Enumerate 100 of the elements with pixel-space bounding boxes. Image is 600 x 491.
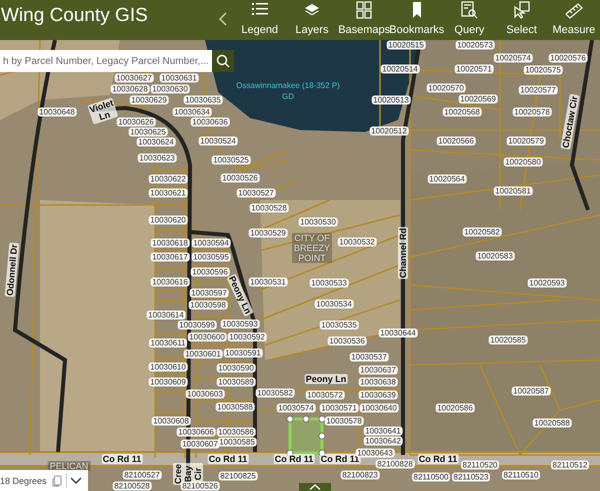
parcel-label: 10030620 bbox=[148, 216, 188, 224]
parcel-label: 10030594 bbox=[192, 238, 230, 248]
parcel-label: 10030640 bbox=[360, 404, 398, 412]
road-label: Co Rd 11 bbox=[274, 454, 314, 464]
parcel-label: 82110520 bbox=[461, 460, 499, 470]
parcel-label: 10020574 bbox=[494, 54, 532, 62]
coordinate-readout: 18 Degrees bbox=[0, 476, 47, 486]
parcel-label: 10030616 bbox=[150, 278, 190, 286]
layers-tool-button[interactable]: Layers bbox=[286, 0, 338, 40]
parcel-label: 10030636 bbox=[190, 118, 230, 126]
parcel-label: 10030574 bbox=[276, 404, 316, 412]
parcel-label: 10020513 bbox=[372, 96, 410, 104]
parcel-label: 10030535 bbox=[320, 320, 358, 330]
parcel-label: 10030525 bbox=[212, 156, 250, 164]
parcel-label: 10030527 bbox=[236, 188, 276, 198]
parcel-label: 10020586 bbox=[436, 404, 474, 412]
road-label: Co Rd 11 bbox=[208, 454, 248, 464]
parcel-label: 10020571 bbox=[454, 64, 494, 74]
parcel-label: 10030641 bbox=[364, 426, 402, 436]
parcel-label: 10020512 bbox=[370, 126, 408, 136]
parcel-label: 10020573 bbox=[456, 40, 494, 50]
parcel-label: 10030531 bbox=[248, 278, 288, 286]
parcel-label: 10030528 bbox=[250, 204, 288, 212]
parcel-label: 10030608 bbox=[152, 416, 190, 426]
road-label: Co Rd 11 bbox=[320, 454, 360, 464]
measure-icon[interactable] bbox=[564, 1, 584, 19]
parcel-label: 10030623 bbox=[138, 154, 176, 162]
parcel-label: 10030626 bbox=[116, 118, 156, 126]
bookmarks-tool-button[interactable]: Bookmarks bbox=[390, 0, 444, 40]
parcel-label: 10020564 bbox=[428, 174, 466, 184]
selected-parcel-outline[interactable] bbox=[286, 415, 326, 457]
parcel-label: 10030628 bbox=[110, 84, 150, 94]
parcel-label: 10030534 bbox=[314, 300, 354, 308]
parcel-label: 10020580 bbox=[504, 158, 542, 166]
parcel-label: 10030648 bbox=[38, 108, 76, 116]
parcel-label: 10030589 bbox=[216, 378, 256, 386]
parcel-label: 10020514 bbox=[380, 64, 420, 74]
parcel-label: 10030582 bbox=[256, 388, 294, 398]
parcel-label: 10020593 bbox=[528, 278, 566, 288]
parcel-label: 82110512 bbox=[551, 460, 589, 470]
parcel-label: 10030572 bbox=[306, 390, 344, 400]
panel-toggle-button[interactable] bbox=[299, 483, 331, 491]
parcel-label: 10030537 bbox=[350, 352, 388, 362]
copy-icon[interactable] bbox=[52, 474, 62, 486]
parcel-label: 10020579 bbox=[506, 136, 546, 146]
basemaps-icon[interactable] bbox=[354, 1, 374, 19]
search-field[interactable]: h by Parcel Number, Legacy Parcel Number,... bbox=[0, 50, 212, 72]
parcel-label: 10030642 bbox=[364, 436, 402, 446]
parcel-label: 10020578 bbox=[512, 108, 552, 116]
legend-tool-button[interactable]: Legend bbox=[234, 0, 286, 40]
lake-label: Ossawinnamakee (18-352 P) GD bbox=[236, 80, 340, 102]
parcel-label: 10030571 bbox=[320, 404, 358, 412]
search-button[interactable] bbox=[212, 50, 234, 72]
parcel-label: 10020575 bbox=[524, 66, 562, 74]
parcel-label: 10030625 bbox=[128, 128, 168, 136]
parcel-label: 10030643 bbox=[356, 448, 394, 458]
parcel-label: 10030578 bbox=[324, 416, 364, 426]
parcel-label: 10030595 bbox=[192, 252, 230, 262]
query-icon[interactable] bbox=[459, 1, 480, 19]
parcel-label: 10030614 bbox=[146, 310, 186, 320]
parcel-label: 10030610 bbox=[148, 362, 188, 372]
parcel-label: 10020570 bbox=[426, 84, 466, 92]
parcel-label: 82110523 bbox=[452, 472, 490, 482]
parcel-label: 10030530 bbox=[298, 218, 338, 226]
parcel-label: 10020581 bbox=[494, 186, 532, 196]
chevron-down-icon[interactable] bbox=[70, 476, 82, 484]
app-title: Wing County GIS bbox=[0, 4, 149, 28]
basemaps-tool-button[interactable]: Basemaps bbox=[338, 0, 390, 40]
parcel-label: 82100823 bbox=[340, 470, 380, 480]
parcel-label: 10030634 bbox=[172, 108, 212, 116]
parcel-label: 10020587 bbox=[512, 386, 550, 396]
query-tool-button[interactable]: Query bbox=[443, 0, 496, 40]
parcel-label: 10030618 bbox=[150, 238, 190, 248]
chevron-left-icon[interactable] bbox=[218, 12, 227, 26]
parcel-label: 10030637 bbox=[358, 366, 398, 374]
select-icon[interactable] bbox=[512, 1, 532, 19]
road-label: Channel Rd bbox=[398, 227, 408, 279]
select-tool-button[interactable]: Select bbox=[496, 0, 548, 40]
parcel-label: 10030609 bbox=[148, 378, 188, 386]
parcel-label: 10020577 bbox=[518, 86, 558, 94]
parcel-label: 10020582 bbox=[462, 228, 502, 236]
parcel-label: 82100528 bbox=[112, 482, 152, 490]
parcel-label: 82100526 bbox=[180, 482, 220, 490]
parcel-label: 10030624 bbox=[136, 138, 176, 146]
parcel-label: 10020515 bbox=[386, 40, 426, 50]
measure-tool-button[interactable]: Measure bbox=[548, 0, 600, 40]
parcel-label: 10030532 bbox=[338, 238, 376, 246]
road-label: Peony Ln bbox=[304, 374, 348, 384]
place-label: CITY OF BREEZY POINT bbox=[292, 233, 332, 263]
parcel-label: 82100825 bbox=[218, 472, 258, 480]
parcel-label: 10030600 bbox=[188, 332, 226, 342]
parcel-label: 10020585 bbox=[488, 336, 528, 344]
parcel-label: 10030638 bbox=[358, 378, 398, 386]
parcel-label: 10030621 bbox=[148, 188, 188, 198]
parcel-label: 10030644 bbox=[378, 328, 418, 338]
search-icon[interactable] bbox=[216, 54, 230, 68]
parcel-label: 10030599 bbox=[178, 320, 216, 330]
parcel-label: 10030627 bbox=[114, 74, 154, 82]
parcel-label: 10030601 bbox=[184, 350, 222, 358]
chevron-up-icon[interactable] bbox=[309, 484, 321, 490]
